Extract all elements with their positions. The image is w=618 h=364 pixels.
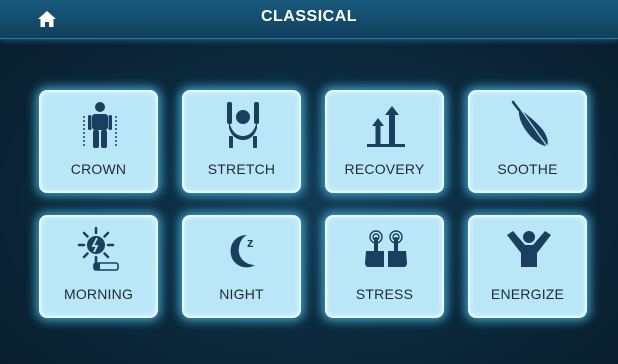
- crown-body-icon: [83, 102, 117, 148]
- program-label: MORNING: [63, 286, 134, 302]
- program-tile-recovery[interactable]: RECOVERY: [325, 90, 444, 193]
- program-label: STRETCH: [207, 161, 276, 177]
- program-grid: CROWN STRETCH RECOVERY SOOTHE MORNING z …: [39, 90, 587, 318]
- header-bar: CLASSICAL: [0, 0, 618, 39]
- svg-text:z: z: [247, 235, 254, 250]
- page-title: CLASSICAL: [260, 8, 358, 25]
- program-tile-crown[interactable]: CROWN: [39, 90, 158, 193]
- app-screen: CLASSICAL CROWN STRETCH RECOVERY SOOTHE …: [0, 0, 618, 364]
- program-tile-morning[interactable]: MORNING: [39, 215, 158, 318]
- stress-hands-icon: [365, 230, 407, 267]
- program-tile-stretch[interactable]: STRETCH: [182, 90, 301, 193]
- feather-icon: [511, 100, 548, 147]
- stretch-icon: [227, 102, 259, 148]
- energize-person-icon: [507, 231, 551, 267]
- program-tile-soothe[interactable]: SOOTHE: [468, 90, 587, 193]
- program-tile-stress[interactable]: STRESS: [325, 215, 444, 318]
- program-label: RECOVERY: [344, 161, 425, 177]
- program-label: STRESS: [355, 286, 414, 302]
- program-tile-energize[interactable]: ENERGIZE: [468, 215, 587, 318]
- moon-icon: z: [230, 235, 255, 268]
- program-label: ENERGIZE: [490, 286, 565, 302]
- program-label: CROWN: [70, 161, 127, 177]
- program-label: NIGHT: [219, 286, 264, 302]
- program-label: SOOTHE: [497, 161, 558, 177]
- sun-icon: [77, 226, 119, 271]
- program-tile-night[interactable]: z NIGHT: [182, 215, 301, 318]
- recovery-arrows-icon: [367, 106, 405, 147]
